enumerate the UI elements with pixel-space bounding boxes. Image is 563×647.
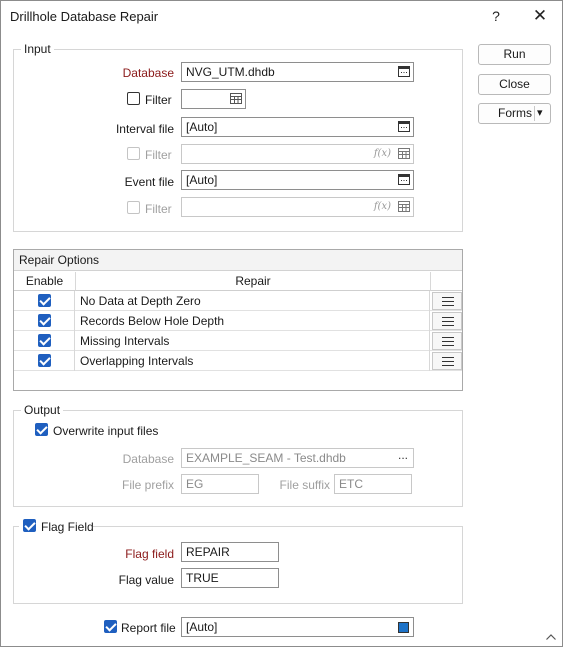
output-database-value: EXAMPLE_SEAM - Test.dhdb bbox=[186, 451, 346, 465]
file-prefix-label: File prefix bbox=[121, 478, 174, 492]
enable-cell bbox=[14, 311, 75, 331]
flag-field-value: REPAIR bbox=[186, 545, 230, 559]
repair-label: Records Below Hole Depth bbox=[76, 311, 430, 331]
repair-label: No Data at Depth Zero bbox=[76, 291, 430, 311]
report-file-field[interactable]: [Auto] bbox=[181, 617, 414, 637]
forms-divider bbox=[534, 106, 535, 121]
ellipsis-icon[interactable]: ... bbox=[398, 449, 408, 464]
column-header-enable[interactable]: Enable bbox=[14, 272, 76, 291]
enable-cell bbox=[14, 351, 75, 371]
file-suffix-field[interactable]: ETC bbox=[334, 474, 412, 494]
file-suffix-value: ETC bbox=[339, 477, 363, 491]
interval-file-field[interactable]: [Auto] bbox=[181, 117, 414, 137]
database-value: NVG_UTM.dhdb bbox=[186, 65, 275, 79]
row-menu-cell bbox=[431, 351, 462, 371]
window-title: Drillhole Database Repair bbox=[10, 9, 159, 24]
flag-field-checkbox[interactable] bbox=[23, 519, 36, 532]
row-menu-cell bbox=[431, 311, 462, 331]
flag-field-legend: Flag Field bbox=[41, 520, 94, 534]
flag-value-input[interactable]: TRUE bbox=[181, 568, 279, 588]
hamburger-menu-icon[interactable] bbox=[432, 332, 462, 350]
row-menu-cell bbox=[431, 291, 462, 311]
browse-icon[interactable] bbox=[398, 121, 410, 132]
report-file-value: [Auto] bbox=[186, 620, 218, 634]
hamburger-menu-icon[interactable] bbox=[432, 352, 462, 370]
repair-options-panel: Repair Options Enable Repair No Data at … bbox=[13, 249, 463, 391]
column-header-blank bbox=[431, 272, 462, 291]
interval-filter-label: Filter bbox=[145, 148, 172, 162]
enable-cell bbox=[14, 331, 75, 351]
flag-field-input[interactable]: REPAIR bbox=[181, 542, 279, 562]
event-filter-field[interactable]: f(x) bbox=[181, 197, 414, 217]
file-suffix-label: File suffix bbox=[279, 478, 330, 492]
output-database-field[interactable]: EXAMPLE_SEAM - Test.dhdb ... bbox=[181, 448, 414, 468]
flag-field-label: Flag field bbox=[125, 547, 174, 561]
flag-value-label: Flag value bbox=[118, 573, 174, 587]
function-icon[interactable]: f(x) bbox=[374, 198, 391, 216]
close-window-button[interactable]: ✕ bbox=[525, 5, 555, 27]
output-legend: Output bbox=[21, 403, 64, 417]
file-prefix-field[interactable]: EG bbox=[181, 474, 259, 494]
dialog-window: Drillhole Database Repair ? ✕ Run Close … bbox=[0, 0, 563, 647]
enable-checkbox[interactable] bbox=[38, 334, 51, 347]
collapse-icon[interactable] bbox=[546, 634, 556, 640]
event-filter-checkbox[interactable] bbox=[127, 201, 140, 214]
help-button[interactable]: ? bbox=[481, 5, 511, 27]
report-file-label: Report file bbox=[121, 621, 176, 635]
hamburger-menu-icon[interactable] bbox=[432, 312, 462, 330]
close-button[interactable]: Close bbox=[478, 74, 551, 95]
interval-filter-field[interactable]: f(x) bbox=[181, 144, 414, 164]
enable-cell bbox=[14, 291, 75, 311]
flag-value-value: TRUE bbox=[186, 571, 219, 585]
function-icon[interactable]: f(x) bbox=[374, 145, 391, 163]
repair-label: Overlapping Intervals bbox=[76, 351, 430, 371]
chevron-down-icon[interactable]: ▾ bbox=[537, 104, 543, 123]
event-file-value: [Auto] bbox=[186, 173, 218, 187]
title-bar: Drillhole Database Repair ? ✕ bbox=[1, 1, 562, 32]
forms-label: Forms bbox=[498, 106, 532, 120]
enable-checkbox[interactable] bbox=[38, 294, 51, 307]
interval-file-value: [Auto] bbox=[186, 120, 218, 134]
database-field[interactable]: NVG_UTM.dhdb bbox=[181, 62, 414, 82]
table-icon[interactable] bbox=[230, 93, 242, 104]
event-file-label: Event file bbox=[124, 175, 174, 189]
forms-button[interactable]: Forms ▾ bbox=[478, 103, 551, 124]
table-icon[interactable] bbox=[398, 148, 410, 159]
table-row[interactable]: No Data at Depth Zero bbox=[14, 291, 462, 311]
file-prefix-value: EG bbox=[186, 477, 204, 491]
overwrite-checkbox[interactable] bbox=[35, 423, 48, 436]
filter-label: Filter bbox=[145, 93, 172, 107]
column-header-repair[interactable]: Repair bbox=[76, 272, 431, 291]
browse-icon[interactable] bbox=[398, 66, 410, 77]
enable-checkbox[interactable] bbox=[38, 314, 51, 327]
database-label: Database bbox=[122, 66, 174, 80]
flag-field-group bbox=[13, 526, 463, 604]
interval-filter-checkbox[interactable] bbox=[127, 147, 140, 160]
table-icon[interactable] bbox=[398, 201, 410, 212]
output-database-label: Database bbox=[122, 452, 174, 466]
browse-icon[interactable] bbox=[398, 174, 410, 185]
filter-field[interactable] bbox=[181, 89, 246, 109]
input-legend: Input bbox=[21, 42, 54, 56]
repair-options-title: Repair Options bbox=[19, 253, 100, 267]
table-row[interactable]: Records Below Hole Depth bbox=[14, 311, 462, 331]
report-file-icon[interactable] bbox=[398, 622, 409, 633]
event-file-field[interactable]: [Auto] bbox=[181, 170, 414, 190]
row-menu-cell bbox=[431, 331, 462, 351]
repair-label: Missing Intervals bbox=[76, 331, 430, 351]
table-row[interactable]: Overlapping Intervals bbox=[14, 351, 462, 371]
interval-file-label: Interval file bbox=[115, 122, 174, 136]
overwrite-label: Overwrite input files bbox=[53, 424, 159, 438]
event-filter-label: Filter bbox=[145, 202, 172, 216]
report-file-checkbox[interactable] bbox=[104, 620, 117, 633]
hamburger-menu-icon[interactable] bbox=[432, 292, 462, 310]
run-button[interactable]: Run bbox=[478, 44, 551, 65]
filter-checkbox[interactable] bbox=[127, 92, 140, 105]
enable-checkbox[interactable] bbox=[38, 354, 51, 367]
repair-options-header: Repair Options bbox=[14, 250, 462, 271]
table-row[interactable]: Missing Intervals bbox=[14, 331, 462, 351]
